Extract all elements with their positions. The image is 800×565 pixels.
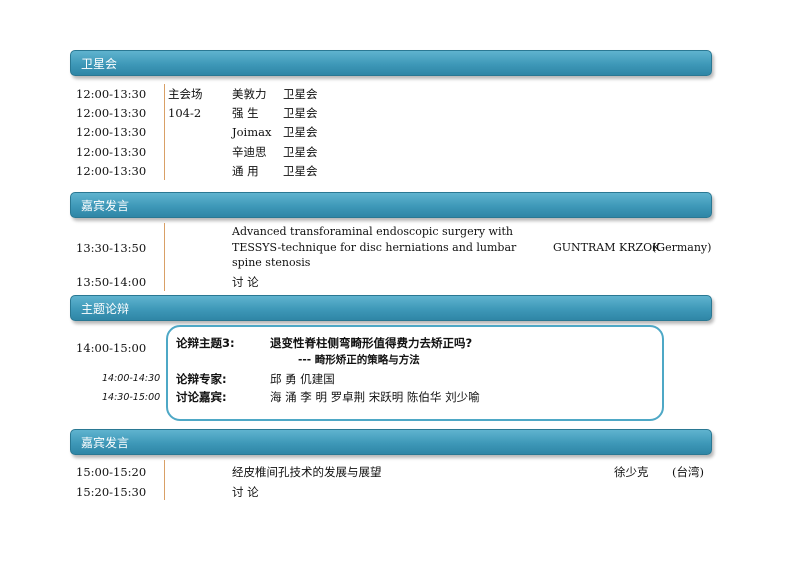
venue: 主会场 — [168, 87, 203, 101]
guests: 海 涌 李 明 罗卓荆 宋跃明 陈伯华 刘少喻 — [270, 390, 480, 404]
guest-time: 14:30-15:00 — [102, 392, 161, 403]
company: 强 生 — [232, 106, 259, 120]
speaker: 徐少克 — [614, 465, 649, 479]
time: 15:20-15:30 — [76, 485, 147, 499]
debate-topic: 退变性脊柱侧弯畸形值得费力去矫正吗? — [270, 336, 473, 350]
session-type: 卫星会 — [283, 164, 318, 178]
section-header-satellite: 卫星会 — [70, 50, 712, 76]
debate-topic-label: 论辩主题3: — [176, 336, 235, 350]
expert-label: 论辩专家: — [176, 372, 227, 386]
speaker: GUNTRAM KRZOK — [553, 241, 661, 254]
time: 15:00-15:20 — [76, 465, 147, 479]
debate-time: 14:00-15:00 — [76, 341, 147, 355]
time: 12:00-13:30 — [76, 87, 147, 101]
talk-title-line: Advanced transforaminal endoscopic surge… — [232, 225, 513, 238]
column-divider — [164, 223, 165, 291]
section-header-debate: 主题论辩 — [70, 295, 712, 321]
topic: 讨 论 — [232, 485, 259, 499]
session-type: 卫星会 — [283, 125, 318, 139]
venue: 104-2 — [168, 106, 202, 120]
speaker-origin: (台湾) — [672, 465, 704, 479]
time: 13:30-13:50 — [76, 241, 147, 255]
section-header-guest-speech-2: 嘉宾发言 — [70, 429, 712, 455]
section-title: 嘉宾发言 — [81, 199, 130, 213]
session-type: 卫星会 — [283, 87, 318, 101]
column-divider — [164, 460, 165, 500]
column-divider — [164, 84, 165, 180]
section-title: 主题论辩 — [81, 302, 130, 316]
session-type: 卫星会 — [283, 106, 318, 120]
expert-time: 14:00-14:30 — [102, 373, 161, 384]
talk-title-line: spine stenosis — [232, 256, 311, 269]
talk-title-line: TESSYS-technique for disc herniations an… — [232, 241, 517, 254]
company: 通 用 — [232, 164, 259, 178]
section-title: 卫星会 — [81, 57, 118, 71]
session-type: 卫星会 — [283, 145, 318, 159]
section-header-guest-speech: 嘉宾发言 — [70, 192, 712, 218]
time: 12:00-13:30 — [76, 145, 147, 159]
experts: 邱 勇 仉建国 — [270, 372, 335, 386]
topic: 讨 论 — [232, 275, 259, 289]
time: 12:00-13:30 — [76, 106, 147, 120]
topic: 经皮椎间孔技术的发展与展望 — [232, 465, 382, 479]
company: 美敦力 — [232, 87, 267, 101]
debate-subtopic: --- 畸形矫正的策略与方法 — [298, 354, 420, 366]
section-title: 嘉宾发言 — [81, 436, 130, 450]
guest-label: 讨论嘉宾: — [176, 390, 227, 404]
speaker-origin: (Germany) — [652, 241, 712, 254]
time: 13:50-14:00 — [76, 275, 147, 289]
company: 辛迪思 — [232, 145, 267, 159]
time: 12:00-13:30 — [76, 125, 147, 139]
company: Joimax — [232, 125, 272, 139]
time: 12:00-13:30 — [76, 164, 147, 178]
